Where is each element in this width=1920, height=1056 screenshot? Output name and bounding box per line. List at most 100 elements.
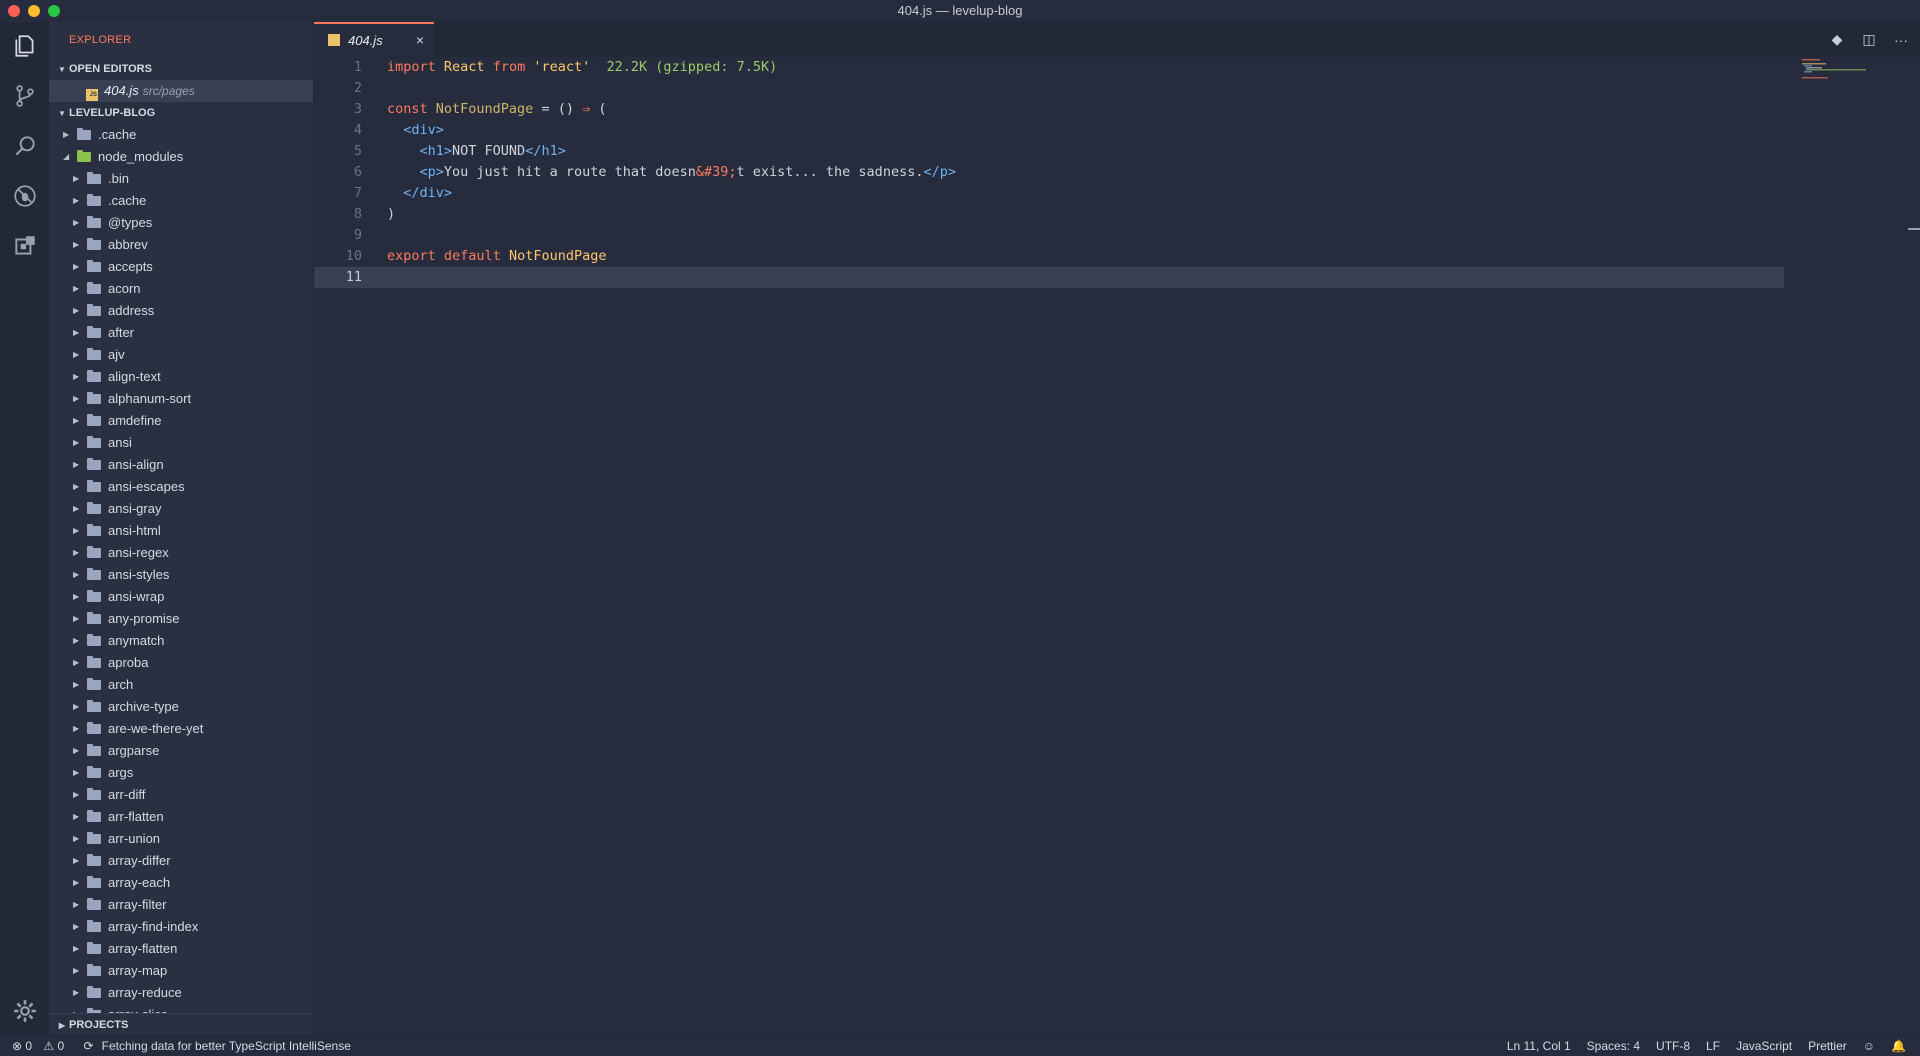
tree-item[interactable]: ▶ align-text (49, 366, 313, 388)
minimize-window-button[interactable] (28, 5, 40, 17)
problems-indicator[interactable]: ⊗ 0 ⚠ 0 (12, 1039, 72, 1053)
debug-activity[interactable] (0, 172, 49, 220)
tree-item[interactable]: ▶ address (49, 300, 313, 322)
tree-item-label: ansi-styles (108, 567, 170, 582)
chevron-right-icon: ▶ (73, 284, 80, 293)
tree-item[interactable]: ▶ ansi-wrap (49, 586, 313, 608)
tree-item[interactable]: ▶ are-we-there-yet (49, 718, 313, 740)
code-editor[interactable]: 1 import React from 'react' 22.2K (gzippe… (314, 57, 1784, 288)
explorer-activity[interactable] (0, 22, 49, 70)
formatter[interactable]: Prettier (1808, 1036, 1847, 1056)
tree-item[interactable]: ▶ ajv (49, 344, 313, 366)
code-line: 9 (314, 225, 1784, 246)
tree-item[interactable]: ▶ argparse (49, 740, 313, 762)
gear-icon (13, 1000, 36, 1022)
tree-item[interactable]: ▶ acorn (49, 278, 313, 300)
tree-item[interactable]: ▶ anymatch (49, 630, 313, 652)
minimap[interactable] (1802, 57, 1882, 97)
tree-item[interactable]: ▶ ansi-gray (49, 498, 313, 520)
tree-item[interactable]: ▶ ansi-html (49, 520, 313, 542)
tree-item[interactable]: ▶ @types (49, 212, 313, 234)
tree-item[interactable]: ▶ arr-union (49, 828, 313, 850)
status-bar: ⊗ 0 ⚠ 0 ⟳ Fetching data for better TypeSc… (0, 1035, 1920, 1055)
search-activity[interactable] (0, 122, 49, 170)
folder-icon (87, 194, 101, 206)
close-window-button[interactable] (8, 5, 20, 17)
tree-item[interactable]: ▶ ansi-escapes (49, 476, 313, 498)
project-header[interactable]: ▼ LEVELUP-BLOG (49, 102, 313, 124)
open-editor-item[interactable]: JS 404.js src/pages (49, 80, 313, 102)
open-editors-header[interactable]: ▼ OPEN EDITORS (49, 58, 313, 80)
chevron-right-icon: ▶ (73, 240, 80, 249)
projects-header[interactable]: ▶ PROJECTS (49, 1014, 313, 1035)
tree-item[interactable]: ▶ array-find-index (49, 916, 313, 938)
tree-item[interactable]: ▶ arr-diff (49, 784, 313, 806)
tree-item[interactable]: ▶ alphanum-sort (49, 388, 313, 410)
chevron-right-icon: ▶ (73, 746, 80, 755)
tree-item[interactable]: ▶ .bin (49, 168, 313, 190)
open-editor-filename: 404.js (104, 83, 139, 98)
indentation[interactable]: Spaces: 4 (1587, 1036, 1640, 1056)
feedback-icon[interactable]: ☺ (1863, 1036, 1875, 1056)
encoding[interactable]: UTF-8 (1656, 1036, 1690, 1056)
tree-item[interactable]: ▶ ansi-styles (49, 564, 313, 586)
scrollbar-marker[interactable] (1908, 228, 1920, 230)
folder-icon (87, 480, 101, 492)
git-branch-icon (15, 85, 34, 107)
tree-item[interactable]: ▶ array-flatten (49, 938, 313, 960)
tree-item[interactable]: ▶ aproba (49, 652, 313, 674)
tree-item[interactable]: ▶ after (49, 322, 313, 344)
chevron-right-icon: ▶ (73, 350, 80, 359)
language-mode[interactable]: JavaScript (1736, 1036, 1792, 1056)
settings-activity[interactable] (0, 987, 49, 1035)
line-number: 6 (353, 164, 362, 180)
chevron-right-icon: ▶ (73, 328, 80, 337)
tree-item-label: anymatch (108, 633, 165, 648)
activity-bar (0, 22, 49, 1035)
tree-item-label: acorn (108, 281, 141, 296)
tree-item[interactable]: ▶ arch (49, 674, 313, 696)
tree-item-label: .cache (98, 127, 137, 142)
tree-item[interactable]: ▶ .cache (49, 124, 313, 146)
source-control-activity[interactable] (0, 72, 49, 120)
search-icon (15, 136, 35, 156)
tree-item[interactable]: ▶ array-differ (49, 850, 313, 872)
more-actions-icon[interactable]: ··· (1892, 32, 1910, 48)
tree-item[interactable]: ▶ accepts (49, 256, 313, 278)
split-editor-icon[interactable]: ◫ (1860, 31, 1878, 48)
tree-item[interactable]: ▶ archive-type (49, 696, 313, 718)
chevron-right-icon: ▶ (73, 636, 80, 645)
tree-item[interactable]: ▶ ansi-regex (49, 542, 313, 564)
tree-item[interactable]: ▶ array-each (49, 872, 313, 894)
end-of-line[interactable]: LF (1706, 1036, 1720, 1056)
close-icon[interactable]: × (416, 24, 424, 57)
maximize-window-button[interactable] (48, 5, 60, 17)
code-line: 7 </div> (314, 183, 1784, 204)
tree-item[interactable]: ◢ node_modules (49, 146, 313, 168)
tab-404-js[interactable]: 404.js × (314, 22, 434, 57)
debug-icon (13, 185, 36, 207)
tree-item[interactable]: ▶ array-filter (49, 894, 313, 916)
tree-item[interactable]: ▶ amdefine (49, 410, 313, 432)
tree-item-label: .cache (108, 193, 147, 208)
tree-item[interactable]: ▶ abbrev (49, 234, 313, 256)
bell-icon[interactable]: 🔔 (1891, 1036, 1906, 1056)
open-changes-icon[interactable]: ◆ (1828, 31, 1846, 48)
tree-item[interactable]: ▶ .cache (49, 190, 313, 212)
tree-item[interactable]: ▶ array-reduce (49, 982, 313, 1004)
tree-item[interactable]: ▶ args (49, 762, 313, 784)
folder-icon (87, 414, 101, 426)
tree-item[interactable]: ▶ arr-flatten (49, 806, 313, 828)
chevron-right-icon: ▶ (73, 724, 80, 733)
line-number: 3 (353, 101, 362, 117)
extensions-activity[interactable] (0, 222, 49, 270)
line-number: 4 (353, 122, 362, 138)
tree-item[interactable]: ▶ any-promise (49, 608, 313, 630)
cursor-position[interactable]: Ln 11, Col 1 (1507, 1036, 1571, 1056)
tree-item[interactable]: ▶ ansi (49, 432, 313, 454)
tree-item[interactable]: ▶ ansi-align (49, 454, 313, 476)
chevron-down-icon: ▼ (58, 109, 66, 118)
tree-item[interactable]: ▶ array-map (49, 960, 313, 982)
folder-icon (87, 832, 101, 844)
folder-icon (87, 678, 101, 690)
